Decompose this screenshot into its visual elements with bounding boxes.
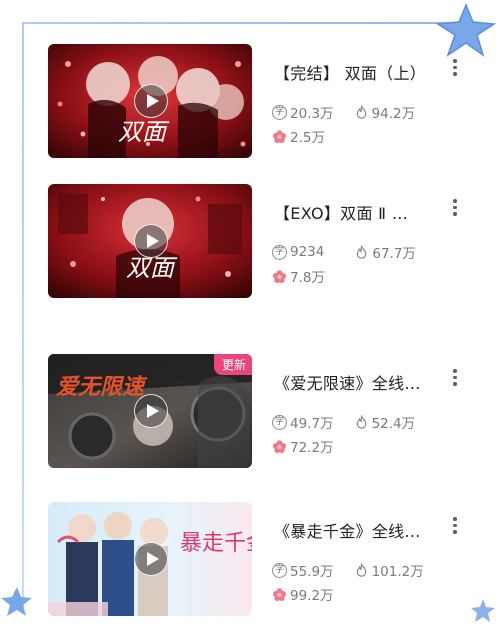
likes-value: 2.5万	[290, 130, 325, 146]
play-icon[interactable]	[134, 542, 168, 576]
likes-stat: 7.8万	[272, 266, 325, 286]
cover-thumbnail[interactable]: 双面	[48, 44, 252, 158]
heat-stat: 101.2万	[354, 560, 424, 580]
heat-stat: 52.4万	[354, 412, 416, 432]
word-count-value: 55.9万	[290, 564, 334, 580]
more-vertical-icon[interactable]	[448, 366, 462, 392]
play-icon[interactable]	[134, 394, 168, 428]
zi-character-icon: 字	[272, 562, 287, 578]
cover-title-text: 双面	[118, 118, 170, 146]
flower-icon	[272, 439, 287, 453]
flame-icon	[356, 414, 366, 429]
likes-value: 99.2万	[290, 588, 334, 604]
play-icon[interactable]	[134, 84, 168, 118]
likes-value: 7.8万	[290, 270, 325, 286]
heat-value: 67.7万	[372, 246, 416, 262]
zi-character-icon: 字	[272, 244, 287, 260]
word-count-value: 9234	[290, 244, 325, 260]
likes-stat: 99.2万	[272, 584, 334, 604]
zi-character-icon: 字	[272, 104, 287, 120]
heat-stat: 67.7万	[354, 242, 416, 262]
story-card[interactable]: 双面 【完结】 双面（上） 字 20.3万 94.2万 2.5万	[48, 44, 478, 162]
update-badge: 更新	[213, 354, 252, 375]
story-title[interactable]: 《暴走千金》全线…	[274, 518, 442, 542]
story-title[interactable]: 【完结】 双面（上）	[274, 60, 442, 84]
word-count-stat: 字 49.7万	[272, 412, 334, 432]
play-icon[interactable]	[134, 224, 168, 258]
word-count-stat: 字 20.3万	[272, 102, 334, 122]
likes-stat: 2.5万	[272, 126, 325, 146]
cover-title-text: 双面	[126, 254, 178, 282]
frame-left-line	[22, 22, 24, 612]
likes-value: 72.2万	[290, 440, 334, 456]
word-count-value: 49.7万	[290, 416, 334, 432]
story-title[interactable]: 【EXO】双面 Ⅱ …	[274, 200, 442, 224]
flower-icon	[272, 269, 287, 283]
more-vertical-icon[interactable]	[448, 196, 462, 222]
word-count-stat: 字 55.9万	[272, 560, 334, 580]
frame-top-line	[22, 22, 462, 24]
heat-value: 101.2万	[371, 564, 424, 580]
cover-thumbnail[interactable]: 暴走千金	[48, 502, 252, 616]
more-vertical-icon[interactable]	[448, 514, 462, 540]
story-card[interactable]: 暴走千金 《暴走千金》全线… 字 55.9万 101.2万 99.2万	[48, 502, 478, 620]
story-card[interactable]: 双面 【EXO】双面 Ⅱ … 字 9234 67.7万 7.8万	[48, 184, 478, 302]
cover-thumbnail[interactable]: 爱无限速 更新	[48, 354, 252, 468]
cover-title-text: 爱无限速	[56, 375, 148, 400]
more-vertical-icon[interactable]	[448, 56, 462, 82]
flower-icon	[272, 129, 287, 143]
flower-icon	[272, 587, 287, 601]
zi-character-icon: 字	[272, 414, 287, 430]
cover-title-text: 暴走千金	[180, 531, 252, 556]
flame-icon	[356, 562, 366, 577]
cover-thumbnail[interactable]: 双面	[48, 184, 252, 298]
flame-icon	[357, 244, 367, 259]
word-count-value: 20.3万	[290, 106, 334, 122]
heat-value: 52.4万	[371, 416, 416, 432]
heat-stat: 94.2万	[354, 102, 416, 122]
word-count-stat: 字 9234	[272, 244, 324, 260]
story-card[interactable]: 爱无限速 更新 《爱无限速》全线… 字 49.7万 52.4万 72.2万	[48, 354, 478, 472]
star-decoration-icon	[1, 587, 32, 616]
story-title[interactable]: 《爱无限速》全线…	[274, 370, 442, 394]
likes-stat: 72.2万	[272, 436, 334, 456]
heat-value: 94.2万	[371, 106, 416, 122]
flame-icon	[356, 104, 366, 119]
